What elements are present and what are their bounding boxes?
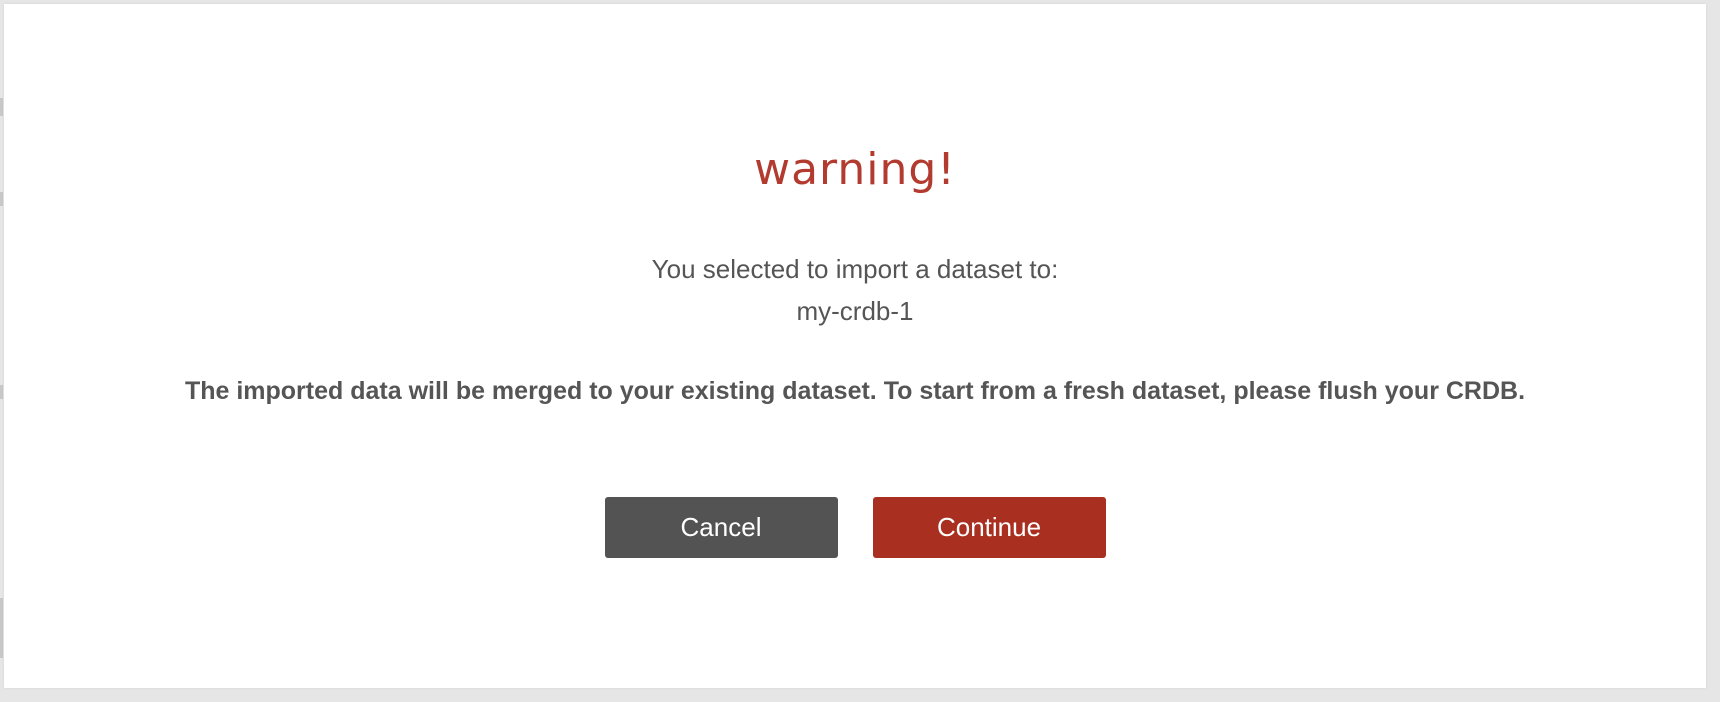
dialog-title: warning!	[754, 144, 956, 195]
target-database-name: my-crdb-1	[796, 296, 914, 326]
background-edge-mark	[0, 192, 3, 206]
import-message: You selected to import a dataset to:	[651, 254, 1059, 284]
background-edge-mark	[0, 385, 3, 399]
warning-dialog: warning! You selected to import a datase…	[4, 4, 1706, 688]
import-info: You selected to import a dataset to: my-…	[4, 248, 1706, 332]
continue-button[interactable]: Continue	[872, 497, 1106, 558]
merge-notice: The imported data will be merged to your…	[184, 377, 1526, 405]
dialog-actions: Cancel Continue	[4, 497, 1706, 558]
background-edge-mark	[0, 98, 3, 116]
cancel-button[interactable]: Cancel	[604, 497, 838, 558]
background-edge-mark	[0, 598, 3, 658]
